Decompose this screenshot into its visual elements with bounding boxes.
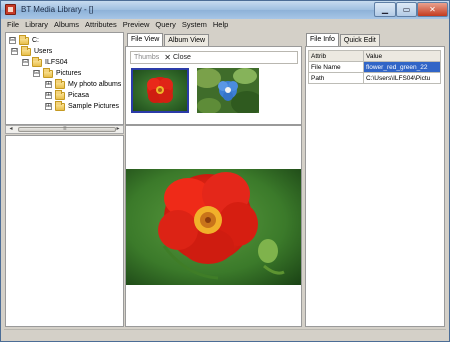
maximize-button[interactable]: ▭ [396, 2, 417, 17]
tab-album-view[interactable]: Album View [164, 34, 210, 46]
close-icon[interactable]: ✕ [164, 53, 171, 62]
tree-item-picasa[interactable]: ⊞ Picasa [45, 89, 90, 101]
right-tab-strip: File Info Quick Edit [306, 33, 381, 46]
title-bar[interactable]: BT Media Library - [] ▁ ▭ ✕ [1, 1, 449, 19]
app-logo-icon [5, 4, 16, 15]
collapse-icon[interactable]: ⊟ [22, 59, 29, 66]
value-cell[interactable]: flower_red_green_22 [363, 61, 441, 73]
table-row[interactable]: Path C:\Users\ILFS04\Pictu [308, 72, 441, 84]
app-window: BT Media Library - [] ▁ ▭ ✕ File Library… [0, 0, 450, 342]
tree-item-label: Picasa [68, 92, 90, 99]
value-cell[interactable]: C:\Users\ILFS04\Pictu [363, 72, 441, 84]
thumbnail-toolbar: Thumbs ✕ Close [130, 51, 298, 64]
menu-bar: File Library Albums Attributes Preview Q… [4, 19, 231, 31]
thumbnail-blue-flower[interactable] [197, 68, 259, 113]
status-bar [4, 329, 446, 340]
menu-file[interactable]: File [4, 19, 22, 31]
folder-icon [43, 67, 53, 78]
left-lower-pane [5, 135, 124, 327]
tab-file-info[interactable]: File Info [306, 33, 339, 46]
menu-library[interactable]: Library [22, 19, 51, 31]
tree-item-ilfs04[interactable]: ⊟ ILFS04 [22, 56, 68, 68]
column-header-attrib[interactable]: Attrib [308, 50, 364, 62]
tree-item-label: ILFS04 [45, 59, 68, 66]
tree-item-sample-pictures[interactable]: ⊞ Sample Pictures [45, 100, 119, 112]
tree-item-label: My photo albums [68, 81, 122, 88]
tree-item-label: Pictures [56, 70, 82, 77]
folder-icon [21, 45, 31, 56]
folder-icon [19, 34, 29, 45]
scroll-left-icon[interactable]: ◂ [7, 126, 15, 133]
tab-file-view[interactable]: File View [127, 33, 164, 46]
table-header-row: Attrib Value [308, 50, 441, 62]
attribute-table: Attrib Value File Name flower_red_green_… [308, 50, 441, 84]
tree-item-label: Sample Pictures [68, 103, 119, 110]
expand-icon[interactable]: ⊞ [45, 81, 52, 88]
scrollbar-thumb[interactable]: ≡ [18, 126, 116, 132]
expand-icon[interactable]: ⊞ [45, 103, 52, 110]
image-preview [125, 125, 302, 327]
thumbs-label: Thumbs [134, 54, 160, 61]
tree-item-label: C: [32, 37, 39, 44]
tree-horizontal-scrollbar[interactable]: ◂ ≡ ▸ [5, 125, 124, 134]
menu-help[interactable]: Help [210, 19, 231, 31]
folder-icon [32, 56, 42, 67]
window-title: BT Media Library - [] [21, 5, 94, 14]
folder-icon [55, 100, 65, 111]
minimize-button[interactable]: ▁ [374, 2, 396, 17]
scroll-right-icon[interactable]: ▸ [114, 126, 122, 133]
menu-attributes[interactable]: Attributes [82, 19, 120, 31]
table-row[interactable]: File Name flower_red_green_22 [308, 61, 441, 73]
folder-icon [55, 78, 65, 89]
menu-query[interactable]: Query [152, 19, 178, 31]
grip-icon: ≡ [63, 126, 67, 132]
column-header-value[interactable]: Value [363, 50, 441, 62]
file-info-pane: Attrib Value File Name flower_red_green_… [305, 46, 445, 327]
folder-icon [55, 89, 65, 100]
menu-system[interactable]: System [179, 19, 210, 31]
thumbnail-pane: Thumbs ✕ Close [125, 46, 302, 125]
attrib-cell: Path [308, 72, 364, 84]
tree-item-my-photo-albums[interactable]: ⊞ My photo albums [45, 78, 122, 90]
expand-icon[interactable]: ⊞ [45, 92, 52, 99]
menu-preview[interactable]: Preview [120, 19, 153, 31]
tree-item-label: Users [34, 48, 53, 55]
tab-quick-edit[interactable]: Quick Edit [339, 34, 380, 46]
tree-item-c[interactable]: ⊟ C: [9, 34, 39, 46]
center-tab-strip: File View Album View [127, 33, 210, 46]
tree-item-users[interactable]: ⊟ Users [11, 45, 53, 57]
close-button[interactable]: ✕ [417, 2, 448, 17]
collapse-icon[interactable]: ⊟ [33, 70, 40, 77]
tree-item-pictures[interactable]: ⊟ Pictures [33, 67, 82, 79]
attrib-cell: File Name [308, 61, 364, 73]
menu-albums[interactable]: Albums [51, 19, 82, 31]
folder-tree[interactable]: ⊟ C: ⊟ Users ⊟ ILFS04 ⊟ Pictures ⊞ My ph… [5, 32, 124, 125]
collapse-icon[interactable]: ⊟ [9, 37, 16, 44]
thumbnail-red-flower[interactable] [131, 68, 189, 113]
collapse-icon[interactable]: ⊟ [11, 48, 18, 55]
close-thumbs-button[interactable]: Close [173, 54, 191, 61]
